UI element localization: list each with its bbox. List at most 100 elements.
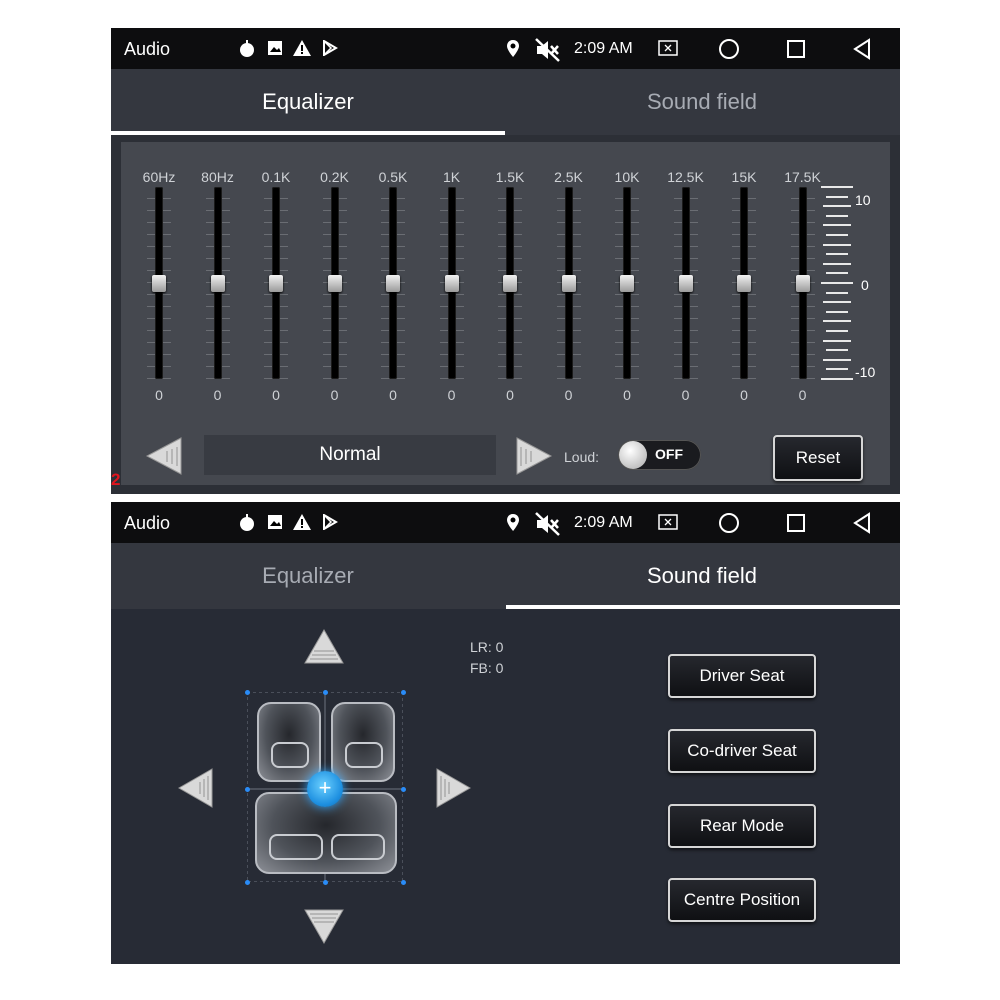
co-driver-seat-button[interactable]: Co-driver Seat — [668, 729, 816, 773]
tab-sound-field[interactable]: Sound field — [505, 543, 899, 609]
eq-band-label: 0.1K — [261, 169, 291, 185]
scale-tick — [826, 291, 848, 294]
eq-band-value: 0 — [389, 387, 397, 403]
eq-slider-thumb[interactable] — [386, 275, 400, 292]
scale-tick — [823, 224, 851, 227]
eq-band-value: 0 — [564, 387, 573, 403]
eq-band-label: 60Hz — [142, 169, 176, 185]
move-up-button[interactable] — [304, 628, 344, 669]
grid-dot — [401, 880, 406, 885]
eq-band-value: 0 — [272, 387, 280, 403]
eq-band-label: 0.5K — [378, 169, 408, 185]
eq-band-label: 15K — [731, 169, 757, 185]
rear-mode-button[interactable]: Rear Mode — [668, 804, 816, 848]
prev-preset-button[interactable] — [145, 436, 185, 476]
driver-seat-button[interactable]: Driver Seat — [668, 654, 816, 698]
tab-sound-field[interactable]: Sound field — [505, 69, 899, 135]
centre-position-button[interactable]: Centre Position — [668, 878, 816, 922]
status-bar: Audio 2:09 AM — [111, 502, 900, 543]
toggle-knob — [619, 441, 647, 469]
loud-toggle[interactable]: OFF — [618, 440, 701, 470]
eq-band-label: 2.5K — [554, 169, 583, 185]
eq-band-value: 0 — [330, 387, 339, 403]
seat-cushion — [271, 742, 309, 768]
eq-slider-thumb[interactable] — [737, 275, 751, 292]
grid-dot — [245, 787, 250, 792]
eq-slider-thumb[interactable] — [561, 275, 576, 292]
android-icon — [239, 514, 255, 532]
warning-icon — [293, 40, 311, 58]
figure-number: 2 — [111, 470, 121, 489]
loud-label: Loud: — [564, 449, 600, 465]
eq-band-value: 0 — [213, 387, 222, 403]
tab-equalizer[interactable]: Equalizer — [111, 69, 505, 135]
eq-band-value: 0 — [740, 387, 748, 403]
image-icon — [267, 40, 283, 58]
scale-tick — [823, 262, 851, 265]
move-down-button[interactable] — [304, 908, 344, 948]
sound-field-screen: Audio 2:09 AM Equalizer Sound field LR: … — [111, 502, 900, 964]
eq-slider-thumb[interactable] — [795, 275, 810, 292]
scale-tick — [826, 234, 848, 236]
gain-scale: 10 0 -10 — [821, 186, 891, 386]
scale-tick — [823, 301, 851, 304]
eq-slider-thumb[interactable] — [444, 275, 459, 292]
eq-band-value: 0 — [623, 387, 631, 403]
eq-slider-thumb[interactable] — [503, 275, 517, 292]
home-icon[interactable] — [718, 512, 740, 533]
lr-readout: LR: 0 — [470, 639, 504, 655]
location-icon — [506, 514, 520, 532]
toggle-state: OFF — [655, 446, 683, 462]
play-store-icon — [322, 39, 338, 58]
status-bar: Audio 2:09 AM — [111, 28, 900, 69]
scale-tick — [826, 272, 848, 275]
scale-tick — [826, 349, 848, 352]
tab-indicator — [506, 605, 900, 609]
scale-tick — [826, 330, 848, 332]
grid-dot — [245, 880, 250, 885]
eq-slider-thumb[interactable] — [210, 275, 225, 292]
app-title: Audio — [124, 513, 171, 533]
warning-icon — [293, 514, 311, 532]
tab-equalizer[interactable]: Equalizer — [111, 543, 505, 609]
eq-slider-thumb[interactable] — [152, 275, 166, 292]
app-title: Audio — [124, 39, 171, 59]
equalizer-screen: Audio 2:09 AM Equalizer Sound field 60Hz… — [111, 28, 900, 494]
screenshot-icon[interactable] — [658, 40, 678, 58]
eq-band-value: 0 — [155, 387, 163, 403]
seat-cushion — [331, 834, 385, 860]
screenshot-icon[interactable] — [658, 514, 678, 532]
eq-slider-thumb[interactable] — [678, 275, 693, 292]
move-left-button[interactable] — [177, 768, 218, 808]
eq-band-label: 1K — [442, 169, 461, 185]
back-icon[interactable] — [852, 38, 872, 60]
scale-tick — [823, 320, 851, 323]
recents-icon[interactable] — [786, 513, 806, 532]
next-preset-button[interactable] — [513, 436, 553, 476]
reset-button[interactable]: Reset — [773, 435, 863, 481]
recents-icon[interactable] — [786, 39, 806, 58]
home-icon[interactable] — [718, 38, 740, 59]
clock: 2:09 AM — [574, 514, 633, 531]
sound-focus-handle[interactable]: + — [307, 771, 343, 807]
back-icon[interactable] — [852, 512, 872, 534]
scale-tick — [826, 214, 848, 217]
eq-slider-thumb[interactable] — [269, 275, 283, 292]
tab-indicator — [111, 131, 505, 135]
scale-tick — [826, 195, 848, 198]
scale-tick — [826, 253, 848, 256]
move-right-button[interactable] — [435, 768, 475, 808]
clock: 2:09 AM — [574, 40, 633, 57]
grid-dot — [401, 787, 406, 792]
tab-bar: Equalizer Sound field — [111, 543, 900, 609]
scale-tick — [823, 243, 851, 246]
eq-slider-thumb[interactable] — [620, 275, 634, 292]
grid-dot — [245, 690, 250, 695]
eq-band-value: 0 — [681, 387, 690, 403]
grid-dot — [323, 880, 328, 885]
seat-map[interactable]: + — [245, 690, 406, 885]
co-driver-seat — [331, 702, 395, 782]
eq-band-label: 80Hz — [201, 169, 234, 185]
seat-cushion — [345, 742, 383, 768]
eq-slider-thumb[interactable] — [327, 275, 342, 292]
